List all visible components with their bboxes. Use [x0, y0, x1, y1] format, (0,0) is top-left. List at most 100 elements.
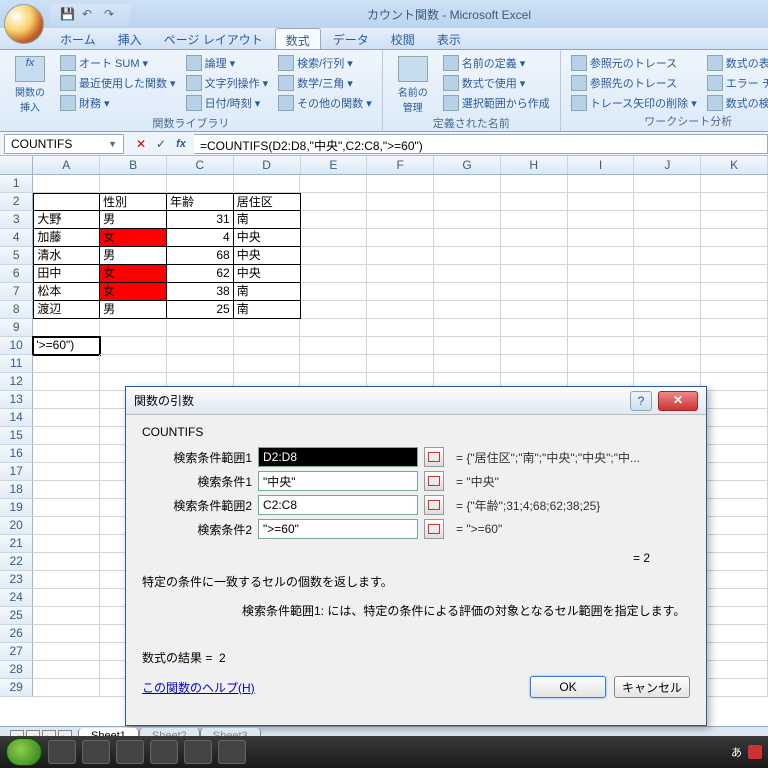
col-header[interactable]: G — [434, 156, 501, 174]
row-header[interactable]: 10 — [0, 337, 33, 355]
cell[interactable] — [434, 301, 501, 319]
cell[interactable] — [701, 409, 768, 427]
cell[interactable] — [301, 265, 368, 283]
range-selector-icon[interactable] — [424, 471, 444, 491]
row-header[interactable]: 21 — [0, 535, 33, 553]
row-header[interactable]: 11 — [0, 355, 33, 373]
cell[interactable] — [100, 337, 167, 355]
row-header[interactable]: 20 — [0, 517, 33, 535]
cell[interactable] — [701, 247, 768, 265]
cell[interactable] — [434, 211, 501, 229]
cell[interactable]: 中央 — [234, 229, 301, 247]
cell[interactable] — [367, 319, 434, 337]
enter-formula-icon[interactable]: ✓ — [152, 135, 170, 153]
row-header[interactable]: 3 — [0, 211, 33, 229]
cell[interactable] — [434, 355, 501, 373]
cell[interactable] — [33, 175, 100, 193]
cell[interactable] — [301, 247, 368, 265]
row-header[interactable]: 6 — [0, 265, 33, 283]
row-header[interactable]: 25 — [0, 607, 33, 625]
cell[interactable]: 男 — [100, 301, 167, 319]
more-functions-button[interactable]: その他の関数 ▾ — [276, 94, 374, 112]
tab-insert[interactable]: 挿入 — [108, 28, 152, 49]
cell[interactable] — [501, 301, 568, 319]
row-header[interactable]: 19 — [0, 499, 33, 517]
cell[interactable] — [434, 247, 501, 265]
col-header[interactable]: J — [634, 156, 701, 174]
cell[interactable] — [701, 643, 768, 661]
row-header[interactable]: 16 — [0, 445, 33, 463]
cell[interactable] — [33, 193, 100, 211]
select-all-corner[interactable] — [0, 156, 33, 174]
row-header[interactable]: 8 — [0, 301, 33, 319]
cell[interactable]: 南 — [234, 211, 301, 229]
arg-input-criteria1[interactable] — [258, 471, 418, 491]
cell[interactable] — [301, 301, 368, 319]
cell[interactable]: 松本 — [33, 283, 100, 301]
cell[interactable] — [33, 625, 100, 643]
cell[interactable] — [33, 679, 100, 697]
cell[interactable] — [33, 499, 100, 517]
cell[interactable] — [701, 679, 768, 697]
cell[interactable] — [701, 283, 768, 301]
cell[interactable]: 女 — [100, 265, 167, 283]
col-header[interactable]: B — [100, 156, 167, 174]
cell[interactable] — [701, 265, 768, 283]
cell[interactable] — [701, 661, 768, 679]
cell[interactable]: 中央 — [234, 265, 301, 283]
chevron-down-icon[interactable]: ▼ — [108, 139, 117, 149]
cell[interactable] — [568, 247, 635, 265]
cell[interactable]: 女 — [100, 229, 167, 247]
cell[interactable] — [568, 283, 635, 301]
cell[interactable]: 南 — [234, 301, 301, 319]
cell[interactable] — [367, 193, 434, 211]
error-checking-button[interactable]: エラー チェック — [705, 74, 768, 92]
row-header[interactable]: 29 — [0, 679, 33, 697]
cell[interactable]: 25 — [167, 301, 234, 319]
cell[interactable]: 加藤 — [33, 229, 100, 247]
logical-button[interactable]: 論理 ▾ — [184, 54, 271, 72]
define-name-button[interactable]: 名前の定義 ▾ — [441, 54, 552, 72]
cell[interactable] — [33, 589, 100, 607]
cell[interactable] — [33, 463, 100, 481]
col-header[interactable]: C — [167, 156, 234, 174]
cell[interactable] — [701, 355, 768, 373]
cell[interactable] — [501, 175, 568, 193]
tab-home[interactable]: ホーム — [50, 28, 106, 49]
cell[interactable] — [701, 373, 768, 391]
row-header[interactable]: 9 — [0, 319, 33, 337]
cell[interactable] — [701, 607, 768, 625]
name-box[interactable]: COUNTIFS▼ — [4, 134, 124, 154]
col-header[interactable]: A — [33, 156, 100, 174]
cell[interactable] — [634, 265, 701, 283]
col-header[interactable]: D — [234, 156, 301, 174]
cell[interactable] — [434, 337, 501, 355]
cell[interactable]: 南 — [234, 283, 301, 301]
function-help-link[interactable]: この関数のヘルプ(H) — [142, 679, 255, 696]
create-from-selection-button[interactable]: 選択範囲から作成 — [441, 94, 552, 112]
col-header[interactable]: K — [701, 156, 768, 174]
tab-review[interactable]: 校閲 — [381, 28, 425, 49]
cell[interactable] — [568, 301, 635, 319]
cell[interactable] — [301, 211, 368, 229]
cell[interactable] — [634, 355, 701, 373]
cell[interactable] — [568, 229, 635, 247]
cell[interactable] — [701, 463, 768, 481]
taskbar-icon[interactable] — [218, 740, 246, 764]
cell[interactable] — [434, 193, 501, 211]
insert-function-button[interactable]: fx関数の 挿入 — [8, 54, 52, 114]
cell[interactable] — [33, 355, 100, 373]
range-selector-icon[interactable] — [424, 447, 444, 467]
taskbar-icon[interactable] — [150, 740, 178, 764]
start-button[interactable] — [6, 738, 42, 766]
cell[interactable] — [33, 571, 100, 589]
row-header[interactable]: 24 — [0, 589, 33, 607]
row-header[interactable]: 1 — [0, 175, 33, 193]
cell[interactable] — [701, 319, 768, 337]
cell[interactable] — [701, 391, 768, 409]
cell[interactable] — [701, 625, 768, 643]
cell[interactable] — [634, 175, 701, 193]
arg-input-criteria2[interactable] — [258, 519, 418, 539]
row-header[interactable]: 22 — [0, 553, 33, 571]
close-icon[interactable]: ✕ — [658, 391, 698, 411]
